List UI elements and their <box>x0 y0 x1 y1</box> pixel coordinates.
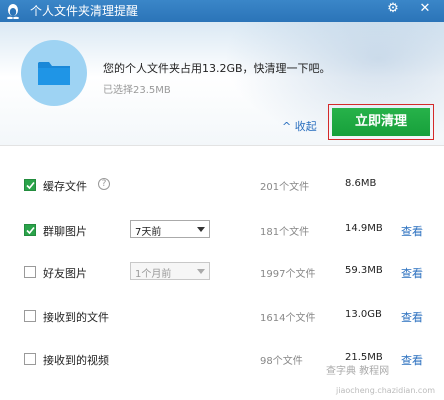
view-link[interactable]: 查看 <box>401 223 423 239</box>
file-count: 98个文件 <box>260 356 303 367</box>
select-value: 7天前 <box>135 227 162 238</box>
dropdown-arrow-icon <box>197 227 205 232</box>
divider <box>0 145 444 146</box>
item-checkbox[interactable] <box>24 224 36 236</box>
dropdown-arrow-icon <box>197 269 205 274</box>
help-icon[interactable]: ? <box>98 178 110 190</box>
settings-gear-icon[interactable]: ⚙ <box>380 0 406 20</box>
list-item: 缓存文件 ? 201个文件 8.6MB <box>0 173 444 199</box>
collapse-link[interactable]: ^ 收起 <box>282 118 317 134</box>
item-label: 缓存文件 <box>43 180 87 193</box>
watermark: 查字典 教程网 <box>326 366 390 377</box>
close-icon[interactable]: ✕ <box>412 0 438 20</box>
file-count: 201个文件 <box>260 182 310 193</box>
check-icon <box>26 181 35 190</box>
usage-message: 您的个人文件夹占用13.2GB，快清理一下吧。 <box>103 62 331 75</box>
file-count: 181个文件 <box>260 227 310 238</box>
chevron-up-icon: ^ <box>282 120 292 133</box>
item-checkbox[interactable] <box>24 310 36 322</box>
summary-panel: 您的个人文件夹占用13.2GB，快清理一下吧。 已选择23.5MB ^ 收起 立… <box>0 22 444 145</box>
clean-button-highlight: 立即清理 <box>328 104 434 140</box>
item-label: 群聊图片 <box>43 225 87 238</box>
watermark-url: jiaocheng.chazidian.com <box>336 386 436 395</box>
select-value: 1个月前 <box>135 269 172 280</box>
item-checkbox[interactable] <box>24 179 36 191</box>
view-link[interactable]: 查看 <box>401 352 423 368</box>
collapse-label: 收起 <box>294 120 317 133</box>
view-link[interactable]: 查看 <box>401 309 423 325</box>
selected-size-text: 已选择23.5MB <box>103 85 171 96</box>
folder-icon <box>38 62 70 85</box>
item-label: 接收到的视频 <box>43 354 109 367</box>
qq-penguin-icon <box>7 4 19 19</box>
time-range-select[interactable]: 1个月前 <box>130 262 210 280</box>
file-size: 21.5MB <box>345 352 383 363</box>
item-checkbox[interactable] <box>24 266 36 278</box>
title-bar: 个人文件夹清理提醒 ⚙ ✕ <box>0 0 444 22</box>
file-size: 13.0GB <box>345 309 382 320</box>
view-link[interactable]: 查看 <box>401 265 423 281</box>
folder-badge <box>21 40 87 106</box>
item-checkbox[interactable] <box>24 353 36 365</box>
file-size: 8.6MB <box>345 178 377 189</box>
list-item: 好友图片 1个月前 1997个文件 59.3MB 查看 <box>0 260 444 286</box>
check-icon <box>26 226 35 235</box>
file-count: 1997个文件 <box>260 269 316 280</box>
item-label: 好友图片 <box>43 267 87 280</box>
window-title: 个人文件夹清理提醒 <box>30 4 139 18</box>
clean-now-button[interactable]: 立即清理 <box>332 108 430 136</box>
file-count: 1614个文件 <box>260 313 316 324</box>
time-range-select[interactable]: 7天前 <box>130 220 210 238</box>
file-size: 14.9MB <box>345 223 383 234</box>
item-label: 接收到的文件 <box>43 311 109 324</box>
list-item: 接收到的文件 1614个文件 13.0GB 查看 <box>0 304 444 330</box>
list-item: 群聊图片 7天前 181个文件 14.9MB 查看 <box>0 218 444 244</box>
file-size: 59.3MB <box>345 265 383 276</box>
